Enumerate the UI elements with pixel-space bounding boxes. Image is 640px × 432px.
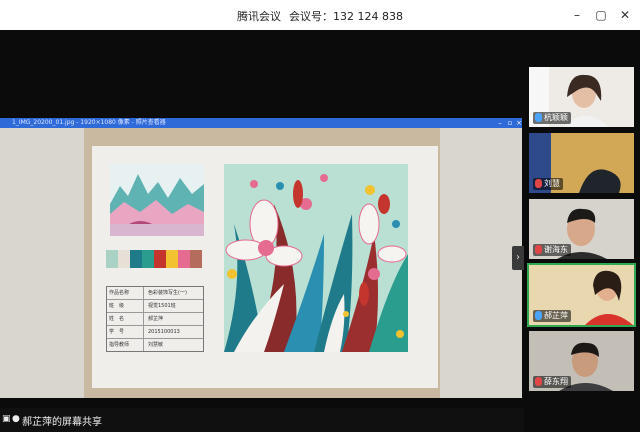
- participant-label: 谢海东: [533, 244, 571, 256]
- participant-label: 杭颖颖: [533, 112, 571, 124]
- color-palette: [106, 250, 202, 268]
- maximize-button[interactable]: ▢: [590, 0, 612, 30]
- palette-swatch: [130, 250, 142, 268]
- participant-name: 郝芷萍: [544, 311, 568, 320]
- table-row: 姓 名郝芷萍: [107, 313, 203, 326]
- mic-icon: [535, 113, 542, 122]
- collapse-panel-button[interactable]: ›: [512, 246, 524, 270]
- shared-screen: 1_IMG_20200_01.jpg - 1920×1080 像素 - 照片查看…: [0, 30, 524, 408]
- participant-name: 薛东翔: [544, 377, 568, 386]
- landscape-thumbnail: [110, 164, 204, 236]
- participant-label: 郝芷萍: [533, 310, 571, 322]
- mic-icon: ●: [12, 414, 20, 424]
- shared-photo: 作品名称 色彩装饰写生(一) 班 级视觉1501班 姓 名郝芷萍 学 号 20151…: [0, 128, 522, 398]
- palette-swatch: [142, 250, 154, 268]
- palette-swatch: [166, 250, 178, 268]
- table-cell: 2015100013: [148, 329, 180, 335]
- table-cell: 指导教师: [107, 339, 144, 351]
- table-cell: 班 级: [107, 300, 144, 312]
- participant-label: 薛东翔: [533, 376, 571, 388]
- participant-name: 刘慧: [544, 179, 560, 188]
- participant-tile[interactable]: 薛东翔: [529, 331, 634, 391]
- palette-swatch: [178, 250, 190, 268]
- table-cell: 学 号: [107, 326, 144, 338]
- viewer-maximize-icon: ▫: [507, 119, 513, 127]
- palette-swatch: [190, 250, 202, 268]
- meeting-id: 会议号：132 124 838: [289, 10, 403, 23]
- share-status-bar: ▣ ● 郝芷萍的屏幕共享: [0, 408, 524, 432]
- table-cell: 姓 名: [107, 313, 144, 325]
- palette-swatch: [118, 250, 130, 268]
- table-cell: 视觉1501班: [148, 303, 176, 309]
- participant-tile[interactable]: 刘慧: [529, 133, 634, 193]
- participant-tile[interactable]: 杭颖颖: [529, 67, 634, 127]
- app-name: 腾讯会议: [237, 10, 281, 23]
- artwork-info-table: 作品名称 色彩装饰写生(一) 班 级视觉1501班 姓 名郝芷萍 学 号 20151…: [106, 286, 204, 352]
- viewer-minimize-icon: –: [498, 119, 502, 127]
- meeting-title: 腾讯会议 会议号：132 124 838: [0, 8, 640, 24]
- share-status-text: 郝芷萍的屏幕共享: [22, 417, 102, 428]
- mic-muted-icon: [535, 245, 542, 254]
- mic-muted-icon: [535, 179, 542, 188]
- table-cell: 色彩装饰写生(一): [148, 290, 187, 296]
- participant-label: 刘慧: [533, 178, 563, 190]
- photo-viewer-titlebar: 1_IMG_20200_01.jpg - 1920×1080 像素 - 照片查看…: [0, 118, 522, 128]
- screen-share-icon: ▣: [2, 414, 11, 424]
- table-cell: 作品名称: [107, 287, 144, 299]
- artwork-sheet: 作品名称 色彩装饰写生(一) 班 级视觉1501班 姓 名郝芷萍 学 号 20151…: [92, 146, 438, 388]
- table-row: 作品名称 色彩装饰写生(一): [107, 287, 203, 300]
- table-cell: 刘慧敏: [148, 342, 164, 348]
- viewer-close-icon: ×: [516, 119, 522, 127]
- close-button[interactable]: ✕: [614, 0, 636, 30]
- title-bar: 腾讯会议 会议号：132 124 838 – ▢ ✕: [0, 0, 640, 30]
- table-row: 指导教师 刘慧敏: [107, 339, 203, 351]
- mic-muted-icon: [535, 377, 542, 386]
- participant-name: 杭颖颖: [544, 113, 568, 122]
- table-cell: 郝芷萍: [148, 316, 164, 322]
- minimize-button[interactable]: –: [566, 0, 588, 30]
- palette-swatch: [106, 250, 118, 268]
- floral-painting: [224, 164, 408, 352]
- photo-viewer-title: 1_IMG_20200_01.jpg - 1920×1080 像素 - 照片查看…: [12, 119, 166, 126]
- participant-tile-active-speaker[interactable]: 郝芷萍: [527, 263, 636, 327]
- table-row: 班 级视觉1501班: [107, 300, 203, 313]
- table-row: 学 号 2015100013: [107, 326, 203, 339]
- mic-icon: [535, 311, 542, 320]
- participant-tile[interactable]: 谢海东: [529, 199, 634, 259]
- palette-swatch: [154, 250, 166, 268]
- participant-name: 谢海东: [544, 245, 568, 254]
